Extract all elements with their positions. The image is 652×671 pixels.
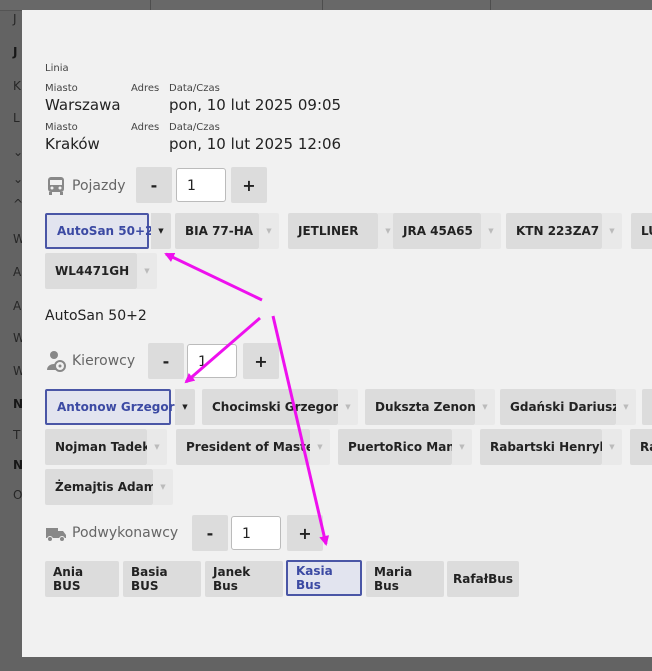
chevron-down-icon[interactable]: ▼ bbox=[452, 429, 472, 465]
drivers-header: Kierowcy bbox=[45, 350, 135, 372]
datetime-value: pon, 10 lut 2025 09:05 bbox=[169, 96, 342, 114]
driver-chip[interactable]: Gdański Dariusz bbox=[500, 389, 619, 425]
vehicles-header: Pojazdy bbox=[45, 175, 126, 197]
drivers-title: Kierowcy bbox=[72, 353, 136, 369]
drivers-increment-button[interactable]: + bbox=[243, 343, 279, 379]
vehicle-chip[interactable]: AutoSan 50+2 bbox=[45, 213, 153, 249]
city-label: Miasto bbox=[45, 83, 78, 94]
subcontractor-chip[interactable]: Janek Bus bbox=[205, 561, 283, 597]
driver-icon bbox=[45, 350, 67, 372]
subcontractor-chip[interactable]: RafałBus bbox=[447, 561, 519, 597]
chevron-down-icon[interactable]: ▼ bbox=[602, 429, 622, 465]
driver-chip[interactable]: Ra bbox=[630, 429, 652, 465]
driver-chip[interactable]: Dukszta Zenon bbox=[365, 389, 476, 425]
subcontractor-chip[interactable]: Maria Bus bbox=[366, 561, 444, 597]
city-label: Miasto bbox=[45, 122, 78, 133]
chevron-down-icon[interactable]: ▼ bbox=[151, 213, 171, 249]
vehicles-decrement-button[interactable]: - bbox=[136, 167, 172, 203]
chevron-down-icon[interactable]: ▼ bbox=[616, 389, 636, 425]
city-value: Kraków bbox=[45, 135, 100, 153]
subcontractors-increment-button[interactable]: + bbox=[287, 515, 323, 551]
driver-chip[interactable]: President of Master bbox=[176, 429, 320, 465]
vehicle-chip[interactable]: JRA 45A65 bbox=[393, 213, 481, 249]
chevron-down-icon[interactable]: ▼ bbox=[475, 389, 495, 425]
subcontractors-decrement-button[interactable]: - bbox=[192, 515, 228, 551]
address-label: Adres bbox=[131, 83, 160, 94]
chevron-down-icon[interactable]: ▼ bbox=[481, 213, 501, 249]
driver-chip-partial[interactable] bbox=[642, 389, 652, 425]
chevron-down-icon[interactable]: ▼ bbox=[310, 429, 330, 465]
driver-chip[interactable]: Żemajtis Adam bbox=[45, 469, 156, 505]
city-value: Warszawa bbox=[45, 96, 121, 114]
vehicle-chip[interactable]: BIA 77-HA bbox=[175, 213, 259, 249]
subcontractor-chip[interactable]: Ania BUS bbox=[45, 561, 119, 597]
drivers-count-input[interactable]: 1 bbox=[187, 344, 237, 378]
subcontractors-title: Podwykonawcy bbox=[72, 525, 179, 541]
subcontractor-chip[interactable]: Kasia Bus bbox=[286, 560, 362, 596]
subcontractors-header: Podwykonawcy bbox=[45, 522, 178, 544]
driver-chip[interactable]: Rabartski Henryk bbox=[480, 429, 608, 465]
chevron-down-icon[interactable]: ▼ bbox=[153, 469, 173, 505]
vehicle-chip[interactable]: JETLINER bbox=[288, 213, 378, 249]
address-label: Adres bbox=[131, 122, 160, 133]
vehicles-increment-button[interactable]: + bbox=[231, 167, 267, 203]
chevron-down-icon[interactable]: ▼ bbox=[147, 429, 167, 465]
datetime-label: Data/Czas bbox=[169, 83, 220, 94]
chevron-down-icon[interactable]: ▼ bbox=[137, 253, 157, 289]
chevron-down-icon[interactable]: ▼ bbox=[259, 213, 279, 249]
line-label: Linia bbox=[45, 63, 69, 74]
driver-chip[interactable]: Chocimski Grzegorz bbox=[202, 389, 345, 425]
route-modal: Linia Miasto Adres Data/Czas Warszawa po… bbox=[22, 10, 652, 657]
vehicles-title: Pojazdy bbox=[72, 178, 126, 194]
chevron-down-icon[interactable]: ▼ bbox=[602, 213, 622, 249]
selected-vehicle-name: AutoSan 50+2 bbox=[45, 308, 147, 324]
chevron-down-icon[interactable]: ▼ bbox=[175, 389, 195, 425]
datetime-label: Data/Czas bbox=[169, 122, 220, 133]
vehicle-chip[interactable]: WL4471GH bbox=[45, 253, 137, 289]
driver-chip[interactable]: Nojman Tadek bbox=[45, 429, 150, 465]
subcontractors-count-input[interactable]: 1 bbox=[231, 516, 281, 550]
vehicle-chip[interactable]: KTN 223ZA7 bbox=[506, 213, 602, 249]
bus-icon bbox=[45, 175, 67, 197]
driver-chip[interactable]: PuertoRico Man bbox=[338, 429, 455, 465]
datetime-value: pon, 10 lut 2025 12:06 bbox=[169, 135, 342, 153]
subcontractor-chip[interactable]: Basia BUS bbox=[123, 561, 201, 597]
chevron-down-icon[interactable]: ▼ bbox=[338, 389, 358, 425]
vehicles-count-input[interactable]: 1 bbox=[176, 168, 226, 202]
drivers-decrement-button[interactable]: - bbox=[148, 343, 184, 379]
truck-icon bbox=[45, 522, 67, 544]
driver-chip[interactable]: Antonow Grzegorz bbox=[45, 389, 182, 425]
vehicle-chip[interactable]: LU bbox=[631, 213, 652, 249]
